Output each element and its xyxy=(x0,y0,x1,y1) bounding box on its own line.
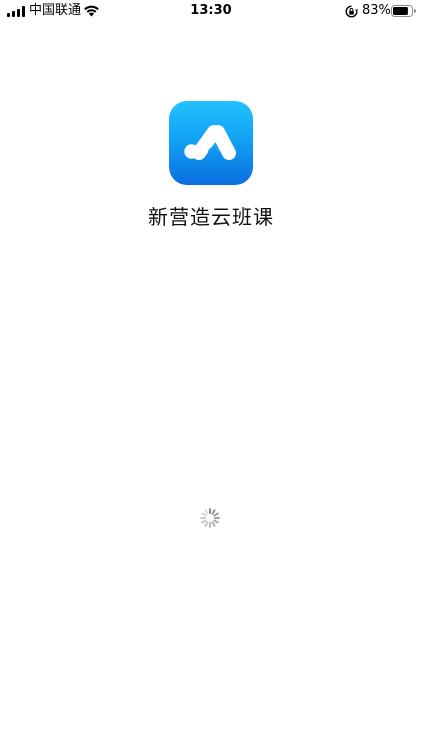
battery-icon xyxy=(391,5,416,17)
app-name: 新营造云班课 xyxy=(148,205,274,229)
spinner-icon xyxy=(200,508,220,528)
spinner-spoke xyxy=(209,522,211,528)
status-bar: 中国联通 13:30 83% xyxy=(0,0,422,22)
rotation-lock-icon xyxy=(345,5,358,18)
battery-percent: 83% xyxy=(362,3,391,18)
spinner-spoke xyxy=(200,517,206,519)
app-logo-icon xyxy=(169,101,253,185)
spinner-spoke xyxy=(209,508,211,514)
spinner-spoke xyxy=(214,517,220,519)
status-time: 13:30 xyxy=(190,3,232,18)
